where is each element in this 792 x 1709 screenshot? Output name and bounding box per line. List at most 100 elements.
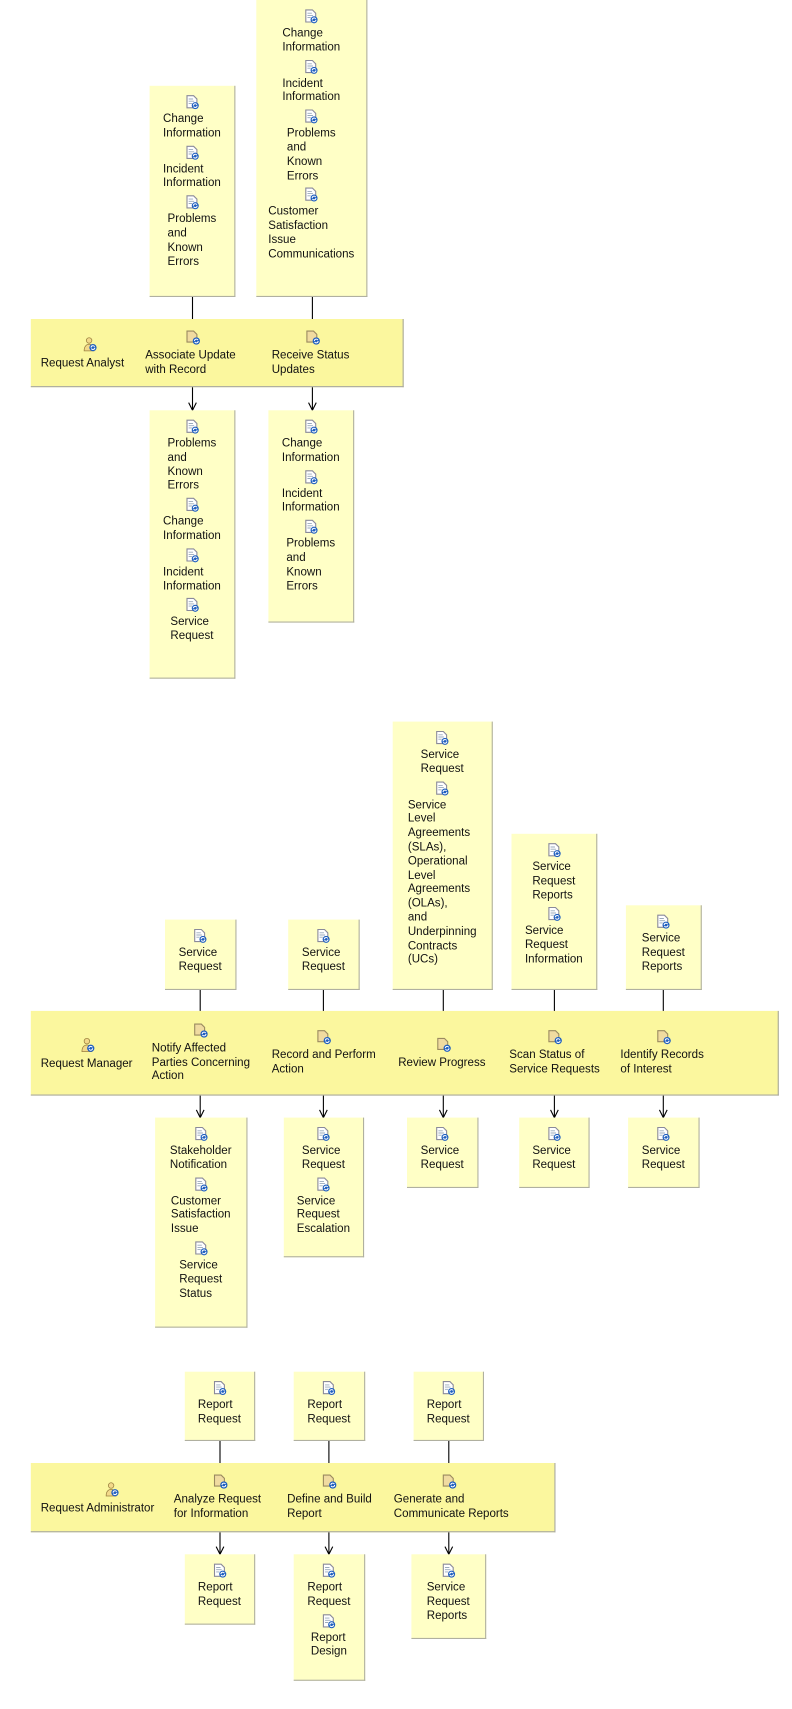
- input-artifacts: Change Information Incident Information Pr…: [256, 0, 368, 297]
- artifact-item[interactable]: Stakeholder Notification: [155, 1126, 246, 1172]
- task-icon: [657, 1030, 704, 1045]
- artifact-item[interactable]: Report Request: [414, 1381, 483, 1427]
- artifact-item[interactable]: Service Request Information: [512, 907, 597, 967]
- input-artifacts: Service Request: [165, 919, 237, 990]
- task-node[interactable]: Identify Records of Interest: [620, 1011, 704, 1096]
- artifact-item[interactable]: Service Request: [407, 1126, 477, 1172]
- artifact-item[interactable]: Service Request: [393, 730, 492, 776]
- task-node[interactable]: Record and Perform Action: [272, 1011, 376, 1096]
- artifact-label: Customer Satisfaction Issue Communicatio…: [268, 205, 355, 261]
- artifact-label: Service Request Escalation: [296, 1194, 351, 1236]
- artifact-item[interactable]: Problems and Known Errors: [256, 109, 366, 183]
- artifact-label: Change Information: [163, 515, 221, 543]
- task-icon: [548, 1030, 600, 1045]
- work-product-icon: [193, 1241, 208, 1256]
- task-icon: [186, 330, 236, 345]
- work-product-icon: [304, 109, 319, 124]
- work-product-icon: [184, 419, 199, 434]
- artifact-item[interactable]: Problems and Known Errors: [150, 195, 235, 269]
- artifact-item[interactable]: Change Information: [268, 419, 353, 465]
- task-node[interactable]: Analyze Request for Information: [174, 1463, 261, 1532]
- artifact-label: Report Request: [307, 1580, 351, 1608]
- task-icon: [437, 1037, 486, 1052]
- artifact-label: Change Information: [163, 112, 221, 140]
- work-product-icon: [656, 1126, 671, 1141]
- task-node[interactable]: Notify Affected Parties Concerning Actio…: [152, 1011, 250, 1096]
- artifact-item[interactable]: Customer Satisfaction Issue: [155, 1177, 246, 1237]
- work-product-icon: [656, 914, 671, 929]
- artifact-item[interactable]: Change Information: [150, 95, 235, 141]
- task-node[interactable]: Generate and Communicate Reports: [394, 1463, 509, 1532]
- artifact-item[interactable]: Service Request: [284, 1126, 363, 1172]
- artifact-item[interactable]: Service Request Status: [155, 1241, 246, 1301]
- artifact-item[interactable]: Customer Satisfaction Issue Communicatio…: [256, 187, 366, 261]
- artifact-item[interactable]: Service Request: [519, 1126, 588, 1172]
- artifact-label: Service Request: [532, 1144, 576, 1172]
- artifact-item[interactable]: Report Request: [294, 1381, 364, 1427]
- artifact-label: Service Request: [301, 946, 345, 974]
- artifact-label: Report Request: [197, 1580, 241, 1608]
- task-label: Generate and Communicate Reports: [393, 1492, 509, 1521]
- work-product-icon: [184, 548, 199, 563]
- role-node[interactable]: Request Administrator: [41, 1463, 155, 1532]
- artifact-item[interactable]: Service Request: [628, 1126, 698, 1172]
- artifact-label: Service Request: [641, 1144, 685, 1172]
- task-label: Notify Affected Parties Concerning Actio…: [151, 1041, 251, 1083]
- artifact-item[interactable]: Report Design: [294, 1613, 364, 1659]
- task-label: Define and Build Report: [287, 1492, 372, 1521]
- artifact-item[interactable]: Report Request: [294, 1563, 364, 1609]
- artifact-item[interactable]: Service Level Agreements (SLAs), Operati…: [393, 781, 492, 968]
- work-product-icon: [193, 928, 208, 943]
- artifact-label: Service Request: [420, 1144, 464, 1172]
- work-product-icon: [435, 781, 450, 796]
- artifact-item[interactable]: Change Information: [150, 497, 235, 543]
- role-node[interactable]: Request Analyst: [41, 319, 124, 387]
- artifact-item[interactable]: Service Request: [165, 928, 235, 974]
- artifact-item[interactable]: Incident Information: [150, 548, 235, 594]
- artifact-item[interactable]: Change Information: [256, 9, 366, 55]
- artifact-label: Stakeholder Notification: [169, 1144, 232, 1172]
- artifact-item[interactable]: Incident Information: [268, 469, 353, 515]
- artifact-item[interactable]: Service Request Reports: [512, 843, 597, 903]
- artifact-item[interactable]: Problems and Known Errors: [268, 519, 353, 593]
- output-artifacts: Service Request Reports: [411, 1554, 487, 1639]
- artifact-item[interactable]: Service Request Reports: [626, 914, 701, 974]
- work-product-icon: [212, 1563, 227, 1578]
- work-product-icon: [441, 1381, 456, 1396]
- role-label: Request Analyst: [40, 356, 125, 370]
- work-product-icon: [184, 195, 199, 210]
- artifact-label: Report Request: [426, 1398, 470, 1426]
- artifact-item[interactable]: Service Request: [150, 598, 235, 644]
- task-node[interactable]: Scan Status of Service Requests: [509, 1011, 600, 1096]
- input-artifacts: Service Request Service Level Agreements …: [392, 721, 493, 990]
- artifact-label: Problems and Known Errors: [286, 126, 336, 183]
- task-label: Analyze Request for Information: [173, 1492, 262, 1521]
- work-product-icon: [303, 469, 318, 484]
- task-node[interactable]: Review Progress: [398, 1011, 486, 1096]
- task-node[interactable]: Define and Build Report: [287, 1463, 372, 1532]
- work-product-icon: [212, 1381, 227, 1396]
- role-person-icon: [105, 1481, 155, 1496]
- artifact-label: Change Information: [281, 436, 340, 464]
- output-artifacts: Report Request Report Design: [293, 1554, 366, 1681]
- artifact-item[interactable]: Incident Information: [256, 59, 366, 105]
- artifact-item[interactable]: Report Request: [185, 1563, 254, 1609]
- task-node[interactable]: Receive Status Updates: [272, 319, 349, 387]
- artifact-label: Service Request Reports: [641, 931, 685, 974]
- artifact-item[interactable]: Service Request Reports: [411, 1563, 485, 1623]
- artifact-label: Incident Information: [163, 565, 221, 593]
- artifact-item[interactable]: Report Request: [185, 1381, 254, 1427]
- artifact-label: Problems and Known Errors: [286, 537, 336, 593]
- artifact-item[interactable]: Problems and Known Errors: [150, 419, 235, 493]
- work-product-icon: [184, 145, 199, 160]
- artifact-label: Service Request: [301, 1144, 345, 1172]
- role-node[interactable]: Request Manager: [41, 1011, 133, 1096]
- task-icon: [317, 1030, 376, 1045]
- artifact-item[interactable]: Service Request: [288, 928, 358, 974]
- artifact-item[interactable]: Incident Information: [150, 145, 235, 191]
- task-icon: [322, 1474, 372, 1489]
- task-icon: [213, 1474, 261, 1489]
- artifact-item[interactable]: Service Request Escalation: [284, 1177, 363, 1237]
- task-node[interactable]: Associate Update with Record: [145, 319, 236, 387]
- task-label: Review Progress: [398, 1055, 486, 1069]
